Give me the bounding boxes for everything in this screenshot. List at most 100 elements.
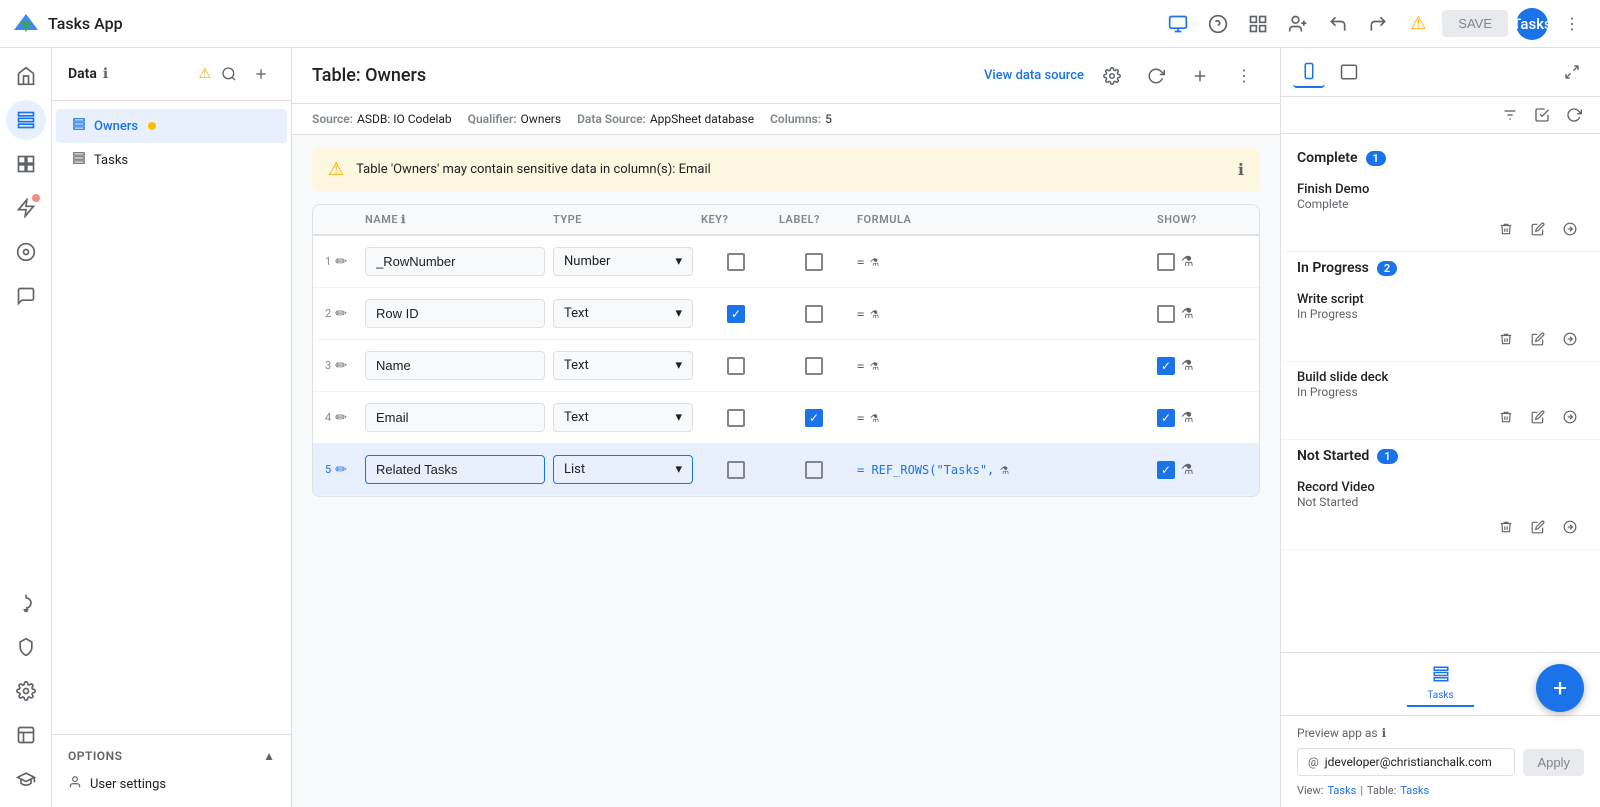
show-flask-icon-4[interactable]: ⚗ xyxy=(1181,410,1194,426)
col-type-select-2[interactable]: Text ▾ xyxy=(553,299,693,328)
col-key-checkbox-1[interactable] xyxy=(727,253,745,271)
col-name-input-1[interactable] xyxy=(365,247,545,276)
data-item-owners[interactable]: Owners xyxy=(56,109,287,143)
rp-refresh-icon[interactable] xyxy=(1560,101,1588,129)
rp-check-icon[interactable] xyxy=(1528,101,1556,129)
row-edit-icon-5[interactable]: ✏ xyxy=(335,462,347,478)
task-navigate-icon-2[interactable] xyxy=(1556,325,1584,353)
view-datasource-button[interactable]: View data source xyxy=(984,68,1084,83)
data-warning-icon: ⚠ xyxy=(198,66,211,82)
redo-icon[interactable] xyxy=(1362,8,1394,40)
show-flask-icon-3[interactable]: ⚗ xyxy=(1181,358,1194,374)
task-navigate-icon-3[interactable] xyxy=(1556,403,1584,431)
col-show-checkbox-1[interactable] xyxy=(1157,253,1175,271)
col-show-checkbox-4[interactable] xyxy=(1157,409,1175,427)
task-actions xyxy=(1297,211,1584,247)
task-delete-icon-4[interactable] xyxy=(1492,513,1520,541)
person-add-icon[interactable] xyxy=(1282,8,1314,40)
col-key-checkbox-3[interactable] xyxy=(727,357,745,375)
sidebar-item-settings[interactable] xyxy=(6,671,46,711)
view-tasks-link[interactable]: Tasks xyxy=(1327,784,1356,797)
task-delete-icon-2[interactable] xyxy=(1492,325,1520,353)
task-delete-icon[interactable] xyxy=(1492,215,1520,243)
sidebar-item-views[interactable] xyxy=(6,144,46,184)
task-edit-icon-4[interactable] xyxy=(1524,513,1552,541)
sidebar-item-actions[interactable] xyxy=(6,232,46,272)
sidebar-item-security[interactable] xyxy=(6,627,46,667)
data-info-icon[interactable]: ℹ xyxy=(103,66,108,82)
col-show-checkbox-5[interactable] xyxy=(1157,461,1175,479)
col-name-input-4[interactable] xyxy=(365,403,545,432)
col-key-checkbox-4[interactable] xyxy=(727,409,745,427)
preview-info-icon[interactable]: ℹ xyxy=(1382,726,1387,740)
col-type-select-5[interactable]: List ▾ xyxy=(553,455,693,484)
user-settings-item[interactable]: User settings xyxy=(68,769,275,799)
col-type-select-4[interactable]: Text ▾ xyxy=(553,403,693,432)
formula-flask-icon-2[interactable]: ⚗ xyxy=(870,306,878,322)
nav-tab-tasks[interactable]: Tasks xyxy=(1407,661,1473,707)
data-item-tasks[interactable]: Tasks xyxy=(56,143,287,177)
show-flask-icon-5[interactable]: ⚗ xyxy=(1181,462,1194,478)
row-edit-icon-4[interactable]: ✏ xyxy=(335,410,347,426)
col-label-checkbox-4[interactable] xyxy=(805,409,823,427)
row-edit-icon-3[interactable]: ✏ xyxy=(335,358,347,374)
data-add-icon[interactable] xyxy=(247,60,275,88)
col-type-select-1[interactable]: Number ▾ xyxy=(553,247,693,276)
col-name-input-3[interactable] xyxy=(365,351,545,380)
col-label-checkbox-3[interactable] xyxy=(805,357,823,375)
sidebar-item-data[interactable] xyxy=(6,100,46,140)
grid-icon[interactable] xyxy=(1242,8,1274,40)
row-edit-icon-2[interactable]: ✏ xyxy=(335,306,347,322)
formula-flask-icon-1[interactable]: ⚗ xyxy=(870,254,878,270)
col-label-checkbox-1[interactable] xyxy=(805,253,823,271)
data-search-icon[interactable] xyxy=(215,60,243,88)
save-button[interactable]: SAVE xyxy=(1442,10,1508,37)
task-delete-icon-3[interactable] xyxy=(1492,403,1520,431)
sidebar-item-learn[interactable] xyxy=(6,759,46,799)
task-navigate-icon-4[interactable] xyxy=(1556,513,1584,541)
avatar[interactable]: Tasks xyxy=(1516,8,1548,40)
show-flask-icon-1[interactable]: ⚗ xyxy=(1181,254,1194,270)
row-edit-icon-1[interactable]: ✏ xyxy=(335,254,347,270)
table-refresh-icon[interactable] xyxy=(1140,60,1172,92)
sidebar-item-home[interactable] xyxy=(6,56,46,96)
sidebar-item-automation[interactable] xyxy=(6,188,46,228)
col-name-input-2[interactable] xyxy=(365,299,545,328)
rp-filter-icon[interactable] xyxy=(1496,101,1524,129)
col-key-checkbox-5[interactable] xyxy=(727,461,745,479)
table-tasks-link[interactable]: Tasks xyxy=(1400,784,1429,797)
formula-flask-icon-5[interactable]: ⚗ xyxy=(1000,462,1008,478)
task-navigate-icon[interactable] xyxy=(1556,215,1584,243)
col-label-checkbox-5[interactable] xyxy=(805,461,823,479)
mobile-view-icon[interactable] xyxy=(1293,56,1325,88)
col-show-checkbox-2[interactable] xyxy=(1157,305,1175,323)
warning-banner-info-icon[interactable]: ℹ xyxy=(1238,160,1244,179)
options-toggle[interactable]: OPTIONS ▲ xyxy=(68,743,275,769)
sidebar-item-ideas[interactable] xyxy=(6,583,46,623)
task-edit-icon-3[interactable] xyxy=(1524,403,1552,431)
col-name-input-5[interactable] xyxy=(365,455,545,484)
table-settings-icon[interactable] xyxy=(1096,60,1128,92)
col-show-checkbox-3[interactable] xyxy=(1157,357,1175,375)
expand-icon[interactable] xyxy=(1556,56,1588,88)
show-flask-icon-2[interactable]: ⚗ xyxy=(1181,306,1194,322)
undo-icon[interactable] xyxy=(1322,8,1354,40)
col-type-select-3[interactable]: Text ▾ xyxy=(553,351,693,380)
apply-button[interactable]: Apply xyxy=(1523,749,1584,776)
col-key-checkbox-2[interactable] xyxy=(727,305,745,323)
fab-add-button[interactable]: + xyxy=(1536,664,1584,712)
preview-icon[interactable] xyxy=(1162,8,1194,40)
task-edit-icon-2[interactable] xyxy=(1524,325,1552,353)
warning-icon[interactable]: ⚠ xyxy=(1402,8,1434,40)
formula-flask-icon-4[interactable]: ⚗ xyxy=(870,410,878,426)
sidebar-item-analytics[interactable] xyxy=(6,715,46,755)
task-edit-icon[interactable] xyxy=(1524,215,1552,243)
help-icon[interactable] xyxy=(1202,8,1234,40)
tablet-view-icon[interactable] xyxy=(1333,56,1365,88)
formula-flask-icon-3[interactable]: ⚗ xyxy=(870,358,878,374)
table-more-icon[interactable]: ⋮ xyxy=(1228,60,1260,92)
more-icon[interactable]: ⋮ xyxy=(1556,8,1588,40)
col-label-checkbox-2[interactable] xyxy=(805,305,823,323)
table-add-icon[interactable] xyxy=(1184,60,1216,92)
sidebar-item-chat[interactable] xyxy=(6,276,46,316)
